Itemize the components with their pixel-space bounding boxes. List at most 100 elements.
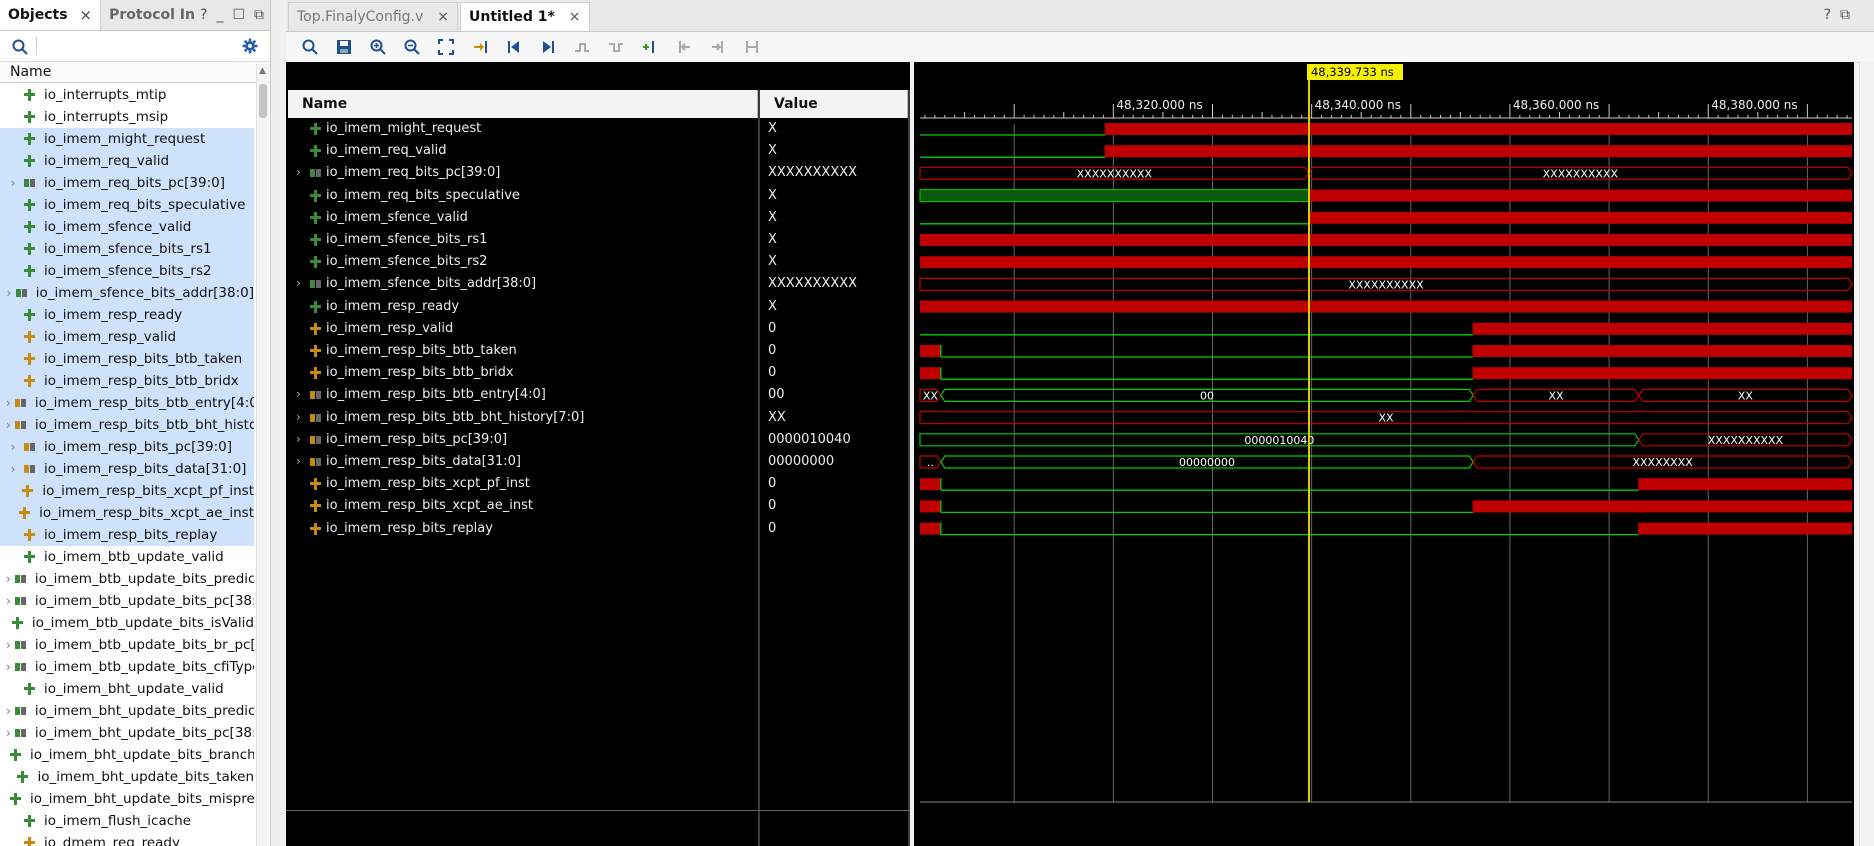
restore-icon[interactable]: ⧉: [1840, 7, 1850, 23]
object-list-item[interactable]: › io_imem_bht_update_bits_predicti: [0, 700, 254, 722]
object-list-item[interactable]: io_imem_bht_update_bits_mispred: [0, 788, 254, 810]
object-list-item[interactable]: io_imem_req_bits_speculative: [0, 194, 254, 216]
chevron-right-icon[interactable]: ›: [6, 572, 11, 586]
signal-row[interactable]: › io_imem_resp_bits_pc[39:0] 0000010040: [286, 429, 851, 451]
chevron-right-icon[interactable]: ›: [296, 387, 301, 401]
signal-row[interactable]: io_imem_might_request X: [286, 118, 777, 140]
scroll-up-icon[interactable]: ▲: [259, 66, 266, 76]
go-to-end-icon[interactable]: [532, 34, 564, 60]
go-to-start-icon[interactable]: [498, 34, 530, 60]
chevron-right-icon[interactable]: ›: [6, 594, 11, 608]
signal-row[interactable]: io_imem_resp_bits_xcpt_ae_inst 0: [286, 495, 776, 517]
object-list-item[interactable]: › io_imem_resp_bits_data[31:0]: [0, 458, 254, 480]
chevron-right-icon[interactable]: ›: [6, 396, 11, 410]
search-icon[interactable]: [294, 34, 326, 60]
objects-scrollbar[interactable]: ▲: [256, 64, 269, 846]
object-list-item[interactable]: › io_imem_resp_bits_pc[39:0]: [0, 436, 254, 458]
tab-untitled-1[interactable]: Untitled 1* ×: [460, 2, 590, 31]
zoom-fit-icon[interactable]: [430, 34, 462, 60]
zoom-out-icon[interactable]: [396, 34, 428, 60]
chevron-right-icon[interactable]: ›: [296, 165, 301, 179]
object-list-item[interactable]: io_imem_btb_update_valid: [0, 546, 254, 568]
next-transition-icon[interactable]: [600, 34, 632, 60]
chevron-right-icon[interactable]: ›: [6, 462, 20, 476]
chevron-right-icon[interactable]: ›: [6, 704, 11, 718]
next-marker-icon[interactable]: [702, 34, 734, 60]
object-list-item[interactable]: io_imem_bht_update_bits_taken: [0, 766, 254, 788]
object-list-item[interactable]: › io_imem_sfence_bits_addr[38:0]: [0, 282, 254, 304]
signal-row[interactable]: › io_imem_resp_bits_data[31:0] 00000000: [286, 451, 834, 473]
chevron-right-icon[interactable]: ›: [296, 432, 301, 446]
object-list-item[interactable]: › io_imem_btb_update_bits_br_pc[3: [0, 634, 254, 656]
swap-cursors-icon[interactable]: [736, 34, 768, 60]
signal-row[interactable]: io_imem_resp_bits_replay 0: [286, 518, 776, 540]
object-list-item[interactable]: io_imem_resp_ready: [0, 304, 254, 326]
close-icon[interactable]: ×: [80, 6, 93, 24]
signal-row[interactable]: › io_imem_req_bits_pc[39:0] XXXXXXXXXX: [286, 162, 857, 184]
signal-row[interactable]: io_imem_req_bits_speculative X: [286, 185, 777, 207]
chevron-right-icon[interactable]: ›: [6, 726, 11, 740]
object-list-item[interactable]: io_imem_resp_bits_xcpt_ae_inst: [0, 502, 254, 524]
object-list-item[interactable]: › io_imem_btb_update_bits_cfiType[: [0, 656, 254, 678]
object-list-item[interactable]: io_imem_resp_bits_xcpt_pf_inst: [0, 480, 254, 502]
objects-scroll-thumb[interactable]: [259, 84, 267, 118]
object-list-item[interactable]: io_imem_might_request: [0, 128, 254, 150]
signal-row[interactable]: › io_imem_resp_bits_btb_bht_history[7:0] X…: [286, 407, 786, 429]
chevron-right-icon[interactable]: ›: [296, 276, 301, 290]
object-list-item[interactable]: › io_imem_resp_bits_btb_entry[4:0]: [0, 392, 254, 414]
tab-protocol-instances[interactable]: Protocol In: [101, 0, 203, 30]
tab-top-finalyconfig[interactable]: Top.FinalyConfig.v ×: [288, 2, 459, 31]
float-icon[interactable]: ⧉: [254, 7, 264, 23]
object-list-item[interactable]: io_imem_btb_update_bits_isValid: [0, 612, 254, 634]
object-list-item[interactable]: io_imem_flush_icache: [0, 810, 254, 832]
object-list-item[interactable]: io_interrupts_msip: [0, 106, 254, 128]
column-divider[interactable]: [758, 90, 760, 846]
value-column-header[interactable]: Value: [760, 90, 908, 118]
close-icon[interactable]: ×: [437, 9, 449, 25]
object-list-item[interactable]: io_imem_sfence_bits_rs1: [0, 238, 254, 260]
chevron-right-icon[interactable]: ›: [6, 418, 11, 432]
object-list-item[interactable]: › io_imem_req_bits_pc[39:0]: [0, 172, 254, 194]
chevron-right-icon[interactable]: ›: [6, 176, 20, 190]
object-list-item[interactable]: io_imem_bht_update_valid: [0, 678, 254, 700]
signal-row[interactable]: io_imem_resp_bits_xcpt_pf_inst 0: [286, 473, 776, 495]
save-icon[interactable]: [328, 34, 360, 60]
signal-row[interactable]: io_imem_resp_ready X: [286, 296, 777, 318]
object-list-item[interactable]: io_imem_sfence_bits_rs2: [0, 260, 254, 282]
maximize-icon[interactable]: ☐: [232, 7, 245, 23]
signal-row[interactable]: io_imem_resp_valid 0: [286, 318, 776, 340]
signal-row[interactable]: › io_imem_sfence_bits_addr[38:0] XXXXXXXXX…: [286, 273, 857, 295]
minimize-icon[interactable]: _: [216, 7, 223, 23]
close-icon[interactable]: ×: [569, 9, 581, 25]
chevron-right-icon[interactable]: ›: [296, 410, 301, 424]
object-list-item[interactable]: io_imem_sfence_valid: [0, 216, 254, 238]
object-list-item[interactable]: io_imem_resp_valid: [0, 326, 254, 348]
object-list-item[interactable]: io_imem_req_valid: [0, 150, 254, 172]
gear-icon[interactable]: [242, 38, 258, 54]
object-list-item[interactable]: › io_imem_bht_update_bits_pc[38:0: [0, 722, 254, 744]
help-icon[interactable]: ?: [1824, 7, 1831, 23]
search-icon[interactable]: [12, 39, 28, 55]
add-marker-icon[interactable]: [634, 34, 666, 60]
chevron-right-icon[interactable]: ›: [296, 454, 301, 468]
help-icon[interactable]: ?: [200, 7, 207, 23]
waveform-scrollbar[interactable]: [1859, 62, 1874, 846]
object-list-item[interactable]: io_interrupts_mtip: [0, 84, 254, 106]
object-list-item[interactable]: io_dmem_req_ready: [0, 832, 254, 846]
prev-transition-icon[interactable]: [566, 34, 598, 60]
object-list-item[interactable]: io_imem_bht_update_bits_branch: [0, 744, 254, 766]
object-list-item[interactable]: › io_imem_btb_update_bits_pc[38:0: [0, 590, 254, 612]
signal-row[interactable]: io_imem_sfence_bits_rs1 X: [286, 229, 777, 251]
name-column-header[interactable]: Name: [288, 90, 758, 118]
prev-marker-icon[interactable]: [668, 34, 700, 60]
go-to-cursor-icon[interactable]: [464, 34, 496, 60]
signal-row[interactable]: io_imem_resp_bits_btb_taken 0: [286, 340, 776, 362]
waveform-plot[interactable]: 48,320.000 ns 48,340.000 ns 48,360.000 ns 4…: [914, 62, 1854, 846]
signal-row[interactable]: io_imem_sfence_valid X: [286, 207, 777, 229]
chevron-right-icon[interactable]: ›: [6, 660, 11, 674]
objects-name-column-header[interactable]: Name: [0, 62, 270, 83]
chevron-right-icon[interactable]: ›: [6, 440, 20, 454]
object-list-item[interactable]: io_imem_resp_bits_btb_bridx: [0, 370, 254, 392]
signal-row[interactable]: io_imem_req_valid X: [286, 140, 777, 162]
signal-row[interactable]: › io_imem_resp_bits_btb_entry[4:0] 00: [286, 384, 785, 406]
